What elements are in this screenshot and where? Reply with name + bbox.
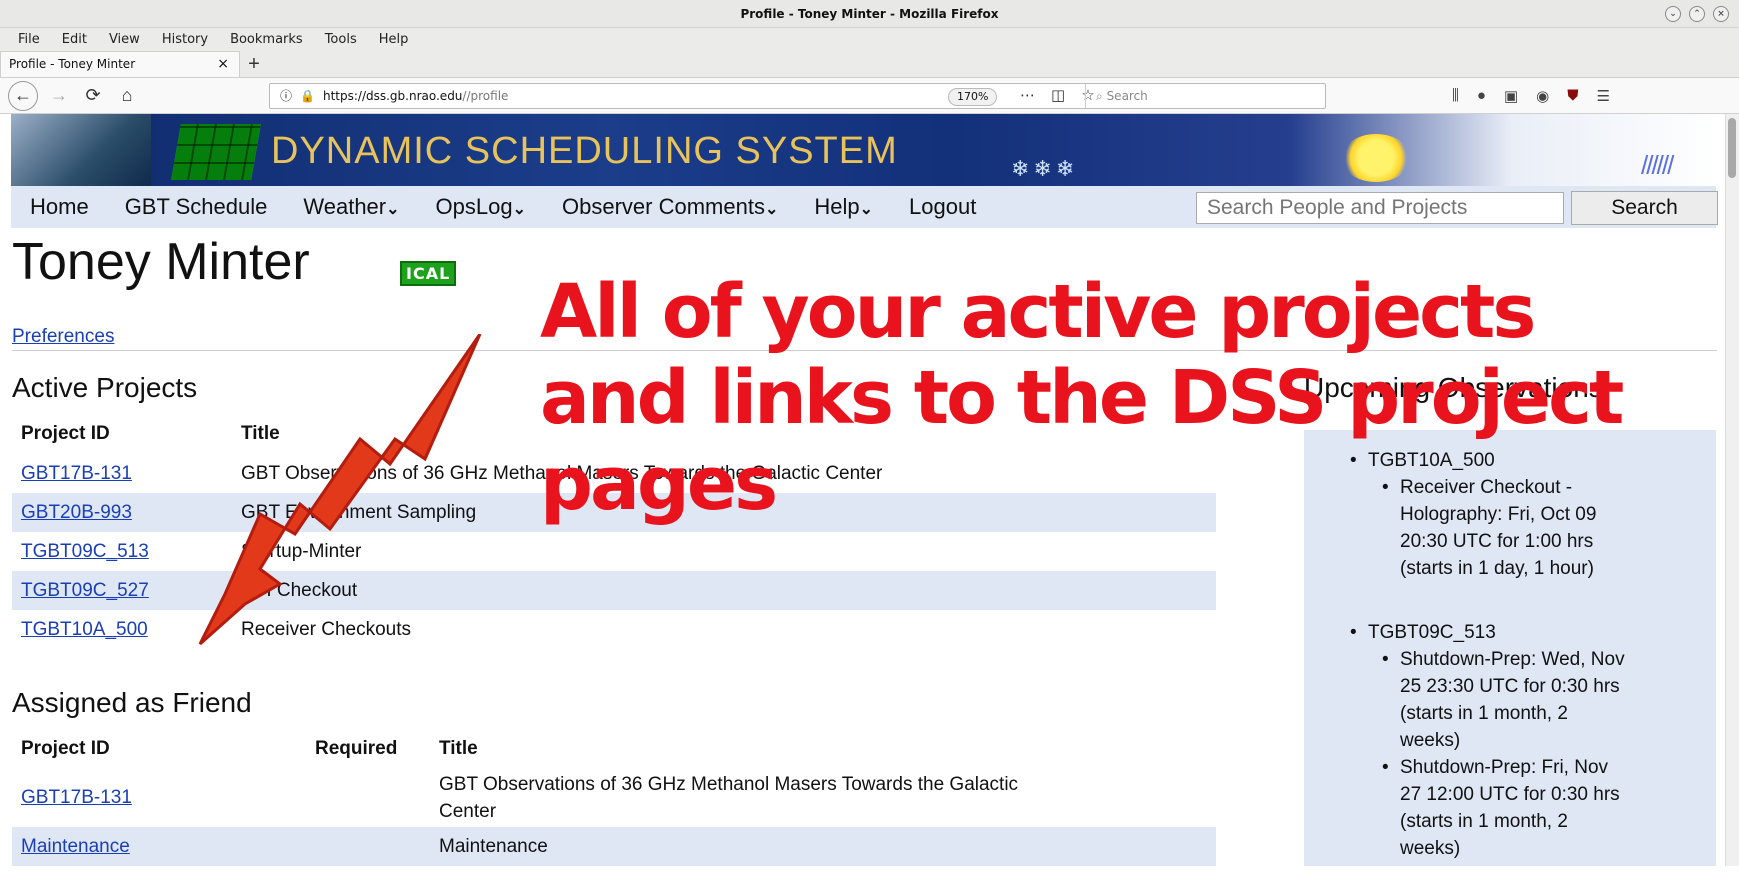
- search-button[interactable]: Search: [1571, 191, 1718, 225]
- required-value: [306, 827, 430, 866]
- chevron-down-icon: ⌄: [859, 201, 874, 218]
- tab-strip: Profile - Toney Minter × +: [0, 51, 1739, 78]
- home-icon[interactable]: ⌂: [110, 85, 144, 106]
- arrow-shape: [198, 334, 482, 646]
- page-title: Toney Minter: [12, 233, 310, 291]
- navigation-toolbar: ← → ⟳ ⌂ ⓘ 🔒 https://dss.gb.nrao.edu //pr…: [0, 78, 1739, 114]
- nav-help-label: Help: [814, 194, 860, 219]
- menu-bookmarks[interactable]: Bookmarks: [230, 28, 303, 52]
- maximize-icon[interactable]: ⌃: [1689, 6, 1705, 22]
- forward-icon[interactable]: →: [42, 85, 76, 106]
- page-scrollbar[interactable]: [1725, 114, 1739, 866]
- sun-icon: [1341, 134, 1411, 182]
- hamburger-menu-icon[interactable]: ☰: [1597, 87, 1610, 105]
- tab-profile[interactable]: Profile - Toney Minter ×: [0, 51, 240, 77]
- new-tab-icon[interactable]: +: [240, 51, 268, 77]
- library-icon[interactable]: ⫼: [1452, 87, 1459, 105]
- nav-help[interactable]: Help⌄: [814, 194, 873, 220]
- lock-icon: 🔒: [300, 88, 315, 103]
- chevron-down-icon: ⌄: [512, 201, 526, 218]
- menu-help[interactable]: Help: [379, 28, 409, 52]
- search-placeholder: Search: [1106, 88, 1148, 103]
- menu-view[interactable]: View: [109, 28, 140, 52]
- project-title-cont: Center: [439, 801, 497, 822]
- friend-projects-table: Project ID Required Title GBT17B-131 GBT…: [12, 729, 1216, 866]
- back-icon[interactable]: ←: [8, 80, 38, 111]
- red-arrow-annotation: [198, 334, 482, 646]
- rain-icon: //////: [1641, 150, 1674, 180]
- search-icon: ⌕: [1096, 88, 1103, 103]
- close-tab-icon[interactable]: ×: [217, 52, 229, 76]
- nav-opslog-label: OpsLog: [435, 194, 513, 219]
- annotation-callout: All of your active projects and links to…: [540, 269, 1624, 527]
- project-title: Maintenance: [439, 835, 548, 857]
- menu-edit[interactable]: Edit: [62, 28, 87, 52]
- url-host: https://dss.gb.nrao.edu: [322, 88, 463, 103]
- preferences-link[interactable]: Preferences: [12, 326, 114, 348]
- url-path: //profile: [462, 88, 509, 103]
- dss-banner: DYNAMIC SCHEDULING SYSTEM ❄❄❄ //////: [11, 114, 1716, 186]
- column-header-title: Title: [439, 738, 478, 759]
- assigned-friend-heading: Assigned as Friend: [12, 687, 252, 718]
- chevron-down-icon: ⌄: [386, 201, 400, 218]
- project-link[interactable]: Maintenance: [21, 836, 130, 857]
- active-projects-heading: Active Projects: [12, 372, 198, 403]
- minimize-icon[interactable]: ⌄: [1665, 6, 1681, 22]
- nav-gbt-schedule[interactable]: GBT Schedule: [125, 194, 268, 220]
- column-header-project-id: Project ID: [21, 738, 110, 759]
- ublock-icon[interactable]: ⛊: [1567, 87, 1578, 105]
- page-actions-icon[interactable]: ⋯: [1020, 86, 1035, 104]
- pocket-icon[interactable]: ◫: [1051, 86, 1065, 104]
- close-window-icon[interactable]: ×: [1713, 6, 1729, 22]
- chevron-down-icon: ⌄: [764, 201, 779, 218]
- site-nav: Home GBT Schedule Weather⌄ OpsLog⌄ Obser…: [11, 186, 1718, 228]
- people-project-search-input[interactable]: [1196, 192, 1564, 224]
- sidebar-icon[interactable]: ▣: [1504, 87, 1518, 105]
- ical-badge[interactable]: ICAL: [400, 261, 457, 286]
- telescope-image: [11, 114, 151, 186]
- table-row: Maintenance Maintenance: [12, 827, 1216, 866]
- reload-icon[interactable]: ⟳: [76, 85, 110, 106]
- page-content: DYNAMIC SCHEDULING SYSTEM ❄❄❄ ////// Hom…: [0, 114, 1739, 866]
- scrollbar-thumb[interactable]: [1728, 118, 1736, 178]
- nav-observer-comments[interactable]: Observer Comments⌄: [562, 194, 778, 220]
- project-link[interactable]: TGBT09C_513: [21, 541, 149, 562]
- nav-opslog[interactable]: OpsLog⌄: [436, 194, 526, 220]
- banner-title: DYNAMIC SCHEDULING SYSTEM: [271, 130, 898, 172]
- upcoming-session: Shutdown-Prep: Fri, Nov 27 12:00 UTC for…: [1382, 754, 1630, 862]
- menubar: File Edit View History Bookmarks Tools H…: [0, 28, 1739, 52]
- project-link[interactable]: TGBT09C_527: [21, 580, 149, 601]
- browser-search-input[interactable]: ⌕ Search: [1085, 83, 1332, 108]
- project-link[interactable]: GBT20B-993: [21, 502, 132, 523]
- project-link[interactable]: GBT17B-131: [21, 463, 132, 484]
- account-icon[interactable]: ◉: [1536, 87, 1549, 105]
- upcoming-session: Shutdown-Prep: Wed, Nov 25 23:30 UTC for…: [1382, 646, 1630, 754]
- nav-weather-label: Weather: [303, 194, 387, 219]
- menu-file[interactable]: File: [18, 28, 40, 52]
- upcoming-project: TGBT09C_513: [1350, 622, 1496, 644]
- column-header-required: Required: [315, 738, 398, 759]
- menu-history[interactable]: History: [162, 28, 208, 52]
- extension-icon[interactable]: ●: [1477, 87, 1486, 105]
- table-row: GBT17B-131 GBT Observations of 36 GHz Me…: [12, 769, 1216, 827]
- project-link[interactable]: GBT17B-131: [21, 787, 132, 808]
- url-bar[interactable]: ⓘ 🔒 https://dss.gb.nrao.edu //profile 17…: [269, 82, 1326, 109]
- required-value: [306, 769, 430, 827]
- nav-observer-comments-label: Observer Comments: [562, 194, 765, 219]
- tab-label: Profile - Toney Minter: [9, 57, 136, 71]
- window-titlebar: Profile - Toney Minter - Mozilla Firefox…: [0, 0, 1739, 28]
- nav-logout[interactable]: Logout: [909, 194, 976, 220]
- window-title: Profile - Toney Minter - Mozilla Firefox: [740, 7, 999, 21]
- info-icon[interactable]: ⓘ: [280, 87, 292, 104]
- project-title: GBT Observations of 36 GHz Methanol Mase…: [439, 774, 1019, 795]
- nav-home[interactable]: Home: [30, 194, 89, 220]
- project-link[interactable]: TGBT10A_500: [21, 619, 148, 640]
- cube-logo: [171, 124, 261, 180]
- snowflake-icon: ❄❄❄: [1011, 156, 1079, 181]
- menu-tools[interactable]: Tools: [325, 28, 357, 52]
- nav-weather[interactable]: Weather⌄: [303, 194, 399, 220]
- zoom-level[interactable]: 170%: [948, 87, 998, 106]
